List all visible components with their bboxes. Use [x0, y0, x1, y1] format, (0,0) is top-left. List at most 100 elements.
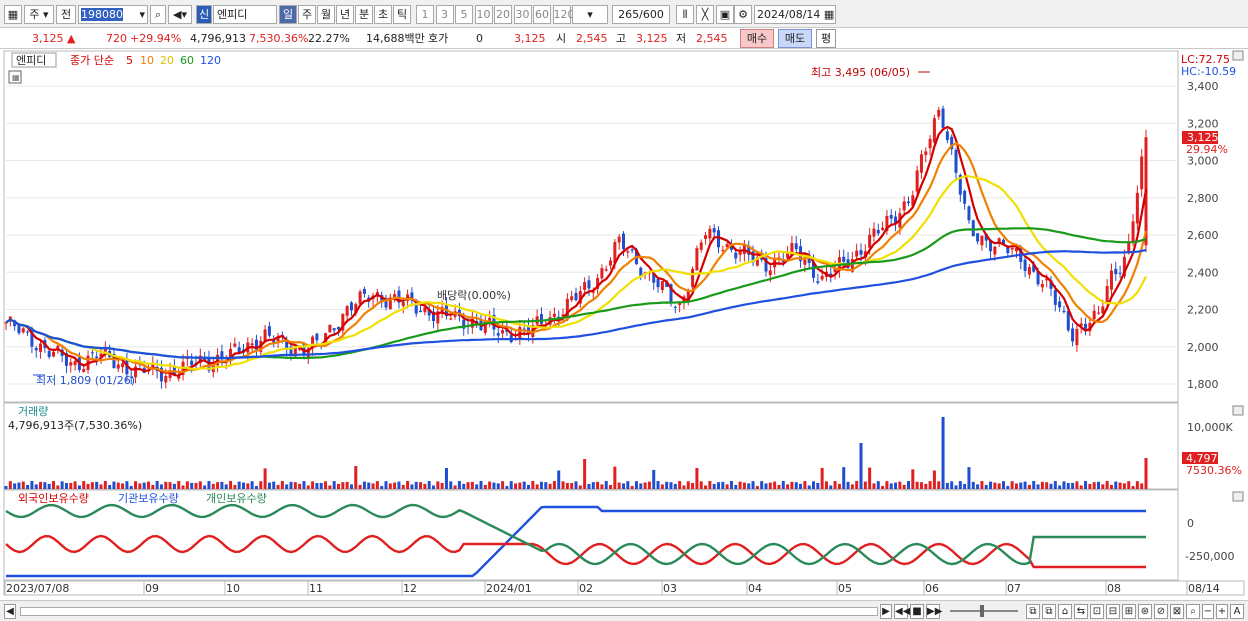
market-select[interactable]: 주 ▾	[24, 5, 54, 24]
candle-body-75	[328, 324, 332, 333]
holdings-tick-neg: -250,000	[1185, 550, 1234, 563]
stop-icon[interactable]: ■	[910, 604, 924, 619]
volume-bar-105	[457, 481, 461, 489]
current-pct-tag: 29.94%	[1186, 143, 1228, 156]
crosshair-icon[interactable]: ╳	[696, 5, 714, 24]
volume-bar-189	[820, 467, 824, 489]
period-4-button[interactable]: 분	[355, 5, 373, 24]
volume-bar-239	[1036, 484, 1040, 489]
skip-back-icon[interactable]: ◀◀	[894, 604, 910, 619]
interval-20-button[interactable]: 20	[494, 5, 512, 24]
candle-body-224	[971, 220, 975, 237]
volume-bar-76	[332, 481, 336, 489]
period-0-button[interactable]: 일	[279, 5, 297, 24]
interval-1-button[interactable]: 1	[416, 5, 434, 24]
volume-bar-207	[898, 481, 902, 489]
period-5-button[interactable]: 초	[374, 5, 392, 24]
calendar-icon[interactable]: ▦	[824, 8, 834, 21]
buy-button[interactable]: 매수	[740, 29, 774, 48]
interval-120-button[interactable]: 120	[552, 5, 575, 24]
period-3-button[interactable]: 년	[336, 5, 354, 24]
tool-icon-9[interactable]: ⊘	[1154, 604, 1168, 619]
tool-icon-7[interactable]: ⊞	[1122, 604, 1136, 619]
prev-button[interactable]: 전	[56, 5, 76, 24]
scrollbar-track[interactable]	[20, 607, 878, 616]
tool-icon-10[interactable]: ⊠	[1170, 604, 1184, 619]
gear-icon[interactable]: ⚙	[734, 5, 752, 24]
price-change-pct: +29.94%	[130, 32, 182, 45]
sell-button[interactable]: 매도	[778, 29, 812, 48]
volume-panel-close-icon[interactable]	[1232, 405, 1244, 416]
stock-chart[interactable]: 엔피디 종가 단순 5 10 20 60 120 ▦ 최고 3,495 (06/…	[0, 49, 1248, 600]
volume-bar-95	[414, 481, 418, 489]
layout-icon[interactable]: ▦	[4, 5, 22, 24]
zoom-in-icon[interactable]: +	[1216, 604, 1228, 619]
volume-bar-263	[1140, 483, 1144, 489]
holdings-panel-close-icon[interactable]	[1232, 491, 1244, 502]
volume-bar-75	[328, 485, 332, 489]
tool-icon-4[interactable]: ⇆	[1074, 604, 1088, 619]
search-zoom-icon[interactable]: ⌕	[1186, 604, 1200, 619]
zoom-out-icon[interactable]: −	[1202, 604, 1214, 619]
interval-3-button[interactable]: 3	[435, 5, 454, 24]
interval-5-button[interactable]: 5	[455, 5, 473, 24]
volume-bar-132	[574, 481, 578, 489]
candle-body-253	[1096, 312, 1101, 314]
shin-badge[interactable]: 신	[196, 5, 212, 24]
candle-body-244	[1058, 301, 1062, 308]
save-icon[interactable]: ▣	[716, 5, 734, 24]
volume-bar-110	[479, 481, 483, 489]
volume-bar-118	[514, 483, 518, 489]
candle-body-211	[915, 170, 919, 192]
search-icon[interactable]: ⌕	[150, 5, 166, 24]
tool-icon-3[interactable]: ⌂	[1058, 604, 1072, 619]
code-dropdown-icon[interactable]: ▾	[139, 6, 147, 23]
x-label-3: 11	[309, 582, 323, 595]
candle-body-95	[414, 304, 418, 314]
stock-name-field[interactable]: 엔피디	[213, 5, 277, 24]
volume-panel-frame	[3, 402, 1179, 490]
pyeong-button[interactable]: 평	[816, 29, 836, 48]
y-tick-4: 2,600	[1187, 229, 1219, 242]
tool-icon-8[interactable]: ⊛	[1138, 604, 1152, 619]
volume-bar-33	[146, 481, 151, 489]
period-2-button[interactable]: 월	[317, 5, 335, 24]
font-size-icon[interactable]: A	[1230, 604, 1244, 619]
scroll-right-icon[interactable]: ▶	[880, 604, 892, 619]
calculator-glyph: ▦	[12, 73, 20, 82]
tool-icon-6[interactable]: ⊟	[1106, 604, 1120, 619]
date-field[interactable]: 2024/08/14 ▦	[754, 5, 836, 24]
volume-bar-72	[315, 482, 319, 489]
interval-10-button[interactable]: 10	[474, 5, 493, 24]
interval-30-button[interactable]: 30	[513, 5, 532, 24]
chart-area[interactable]: 엔피디 종가 단순 5 10 20 60 120 ▦ 최고 3,495 (06/…	[0, 49, 1248, 600]
tool-icon-1[interactable]: ⧉	[1026, 604, 1040, 619]
skip-forward-icon[interactable]: ▶▶	[926, 604, 942, 619]
interval-dropdown[interactable]: ▾	[572, 5, 608, 24]
count-field[interactable]: 265/600	[612, 5, 670, 24]
period-6-button[interactable]: 틱	[393, 5, 411, 24]
zoom-slider[interactable]	[950, 610, 1018, 612]
price-y-axis: 3,400 3,200 3,000 2,800 2,600 2,400 2,200 2,000…	[1187, 80, 1219, 391]
volume-bar-77	[336, 483, 341, 489]
candle-body-198	[859, 250, 863, 255]
tool-icon-2[interactable]: ⧉	[1042, 604, 1056, 619]
volume-bar-30	[134, 481, 138, 489]
panel-close-icon[interactable]	[1232, 50, 1244, 61]
period-1-button[interactable]: 주	[298, 5, 316, 24]
scroll-left-icon[interactable]: ◀	[4, 604, 16, 619]
volume-bar-149	[647, 481, 651, 489]
stock-code-input[interactable]: 198080 ▾	[78, 5, 148, 24]
speaker-icon[interactable]: ◀▾	[168, 5, 192, 24]
volume-bar-171	[742, 482, 746, 489]
tool-icon-5[interactable]: ⊡	[1090, 604, 1104, 619]
candle-body-189	[820, 275, 824, 280]
volume-bar-57	[250, 481, 254, 489]
volume-bar-122	[531, 481, 535, 489]
volume-bar-73	[319, 482, 323, 489]
volume-bar-90	[393, 482, 397, 489]
zoom-slider-handle[interactable]	[980, 605, 984, 617]
x-label-4: 12	[403, 582, 417, 595]
candle-style-icon[interactable]: ⫴	[676, 5, 694, 24]
interval-60-button[interactable]: 60	[533, 5, 551, 24]
